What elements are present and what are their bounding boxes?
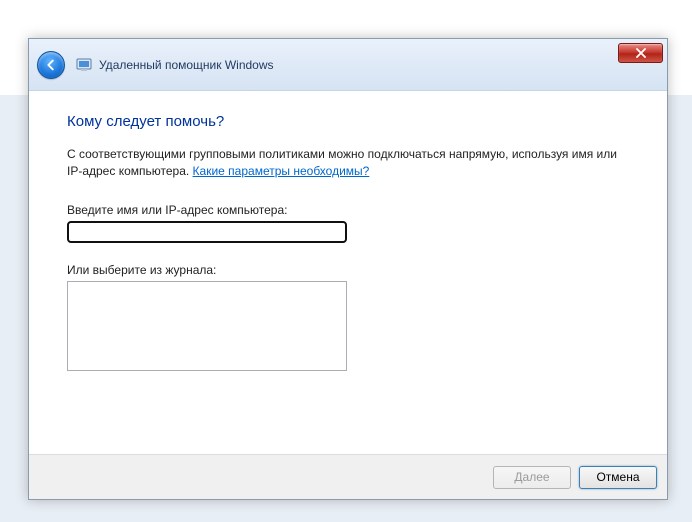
next-button[interactable]: Далее <box>493 466 571 489</box>
content-area: Кому следует помочь? С соответствующими … <box>29 91 667 454</box>
help-link[interactable]: Какие параметры необходимы? <box>193 164 370 178</box>
computer-input-label: Введите имя или IP-адрес компьютера: <box>67 203 629 217</box>
description: С соответствующими групповыми политиками… <box>67 146 629 181</box>
history-listbox[interactable] <box>67 281 347 371</box>
computer-name-input[interactable] <box>67 221 347 243</box>
back-button[interactable] <box>37 51 65 79</box>
page-heading: Кому следует помочь? <box>67 113 629 130</box>
cancel-button[interactable]: Отмена <box>579 466 657 489</box>
history-label: Или выберите из журнала: <box>67 263 629 277</box>
footer: Далее Отмена <box>29 454 667 499</box>
arrow-left-icon <box>44 58 58 72</box>
wizard-window: Удаленный помощник Windows Кому следует … <box>28 38 668 500</box>
app-title: Удаленный помощник Windows <box>99 58 274 72</box>
close-button[interactable] <box>618 43 663 63</box>
app-icon <box>75 56 93 74</box>
titlebar: Удаленный помощник Windows <box>29 39 667 91</box>
close-icon <box>636 48 646 58</box>
